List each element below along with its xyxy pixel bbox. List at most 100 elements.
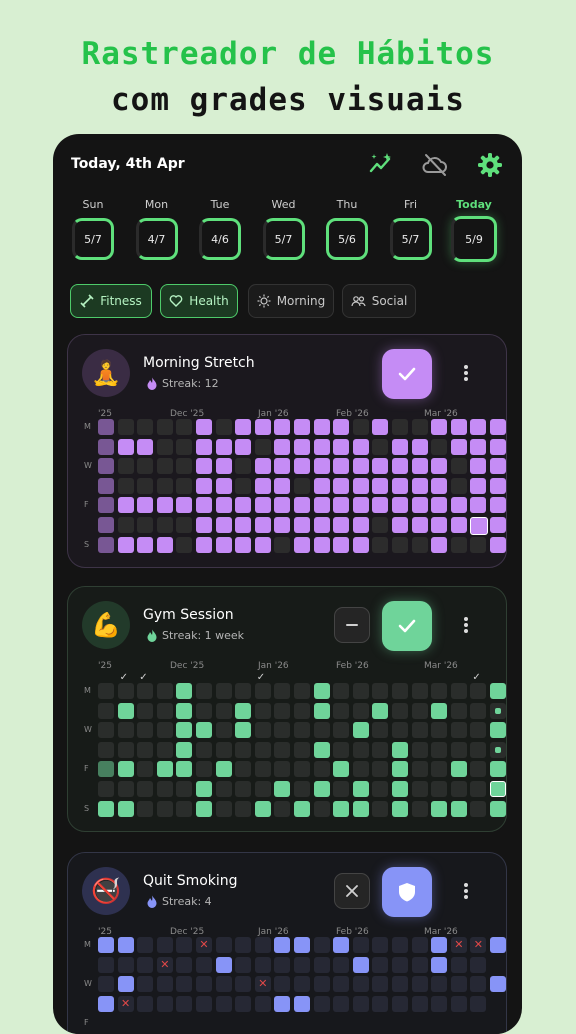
more-options-icon[interactable] [460,361,472,385]
grid-cell[interactable] [196,741,212,758]
grid-cell[interactable] [156,419,173,435]
grid-cell[interactable] [117,517,134,533]
grid-cell[interactable] [333,995,350,1012]
grid-cell[interactable] [313,800,330,817]
grid-cell[interactable] [294,781,310,797]
grid-cell[interactable] [254,781,271,797]
grid-cell[interactable] [235,976,252,993]
grid-cell[interactable] [98,761,114,778]
grid-cell[interactable] [294,458,310,475]
grid-cell[interactable] [411,438,428,455]
grid-cell[interactable] [411,497,428,514]
grid-cell[interactable] [137,438,154,455]
grid-cell[interactable] [313,702,330,719]
grid-cell[interactable] [411,477,428,494]
grid-cell[interactable] [372,497,389,514]
grid-cell[interactable] [137,477,154,494]
grid-cell[interactable] [274,995,291,1012]
grid-cell[interactable] [490,937,506,953]
day-thu[interactable]: Thu 5/6 [321,198,373,260]
grid-cell[interactable] [274,741,291,758]
grid-cell[interactable] [196,781,212,797]
trend-sparkle-icon[interactable] [367,151,395,179]
grid-cell[interactable] [470,517,489,535]
grid-cell[interactable] [254,419,271,435]
grid-cell[interactable] [274,458,291,475]
grid-cell[interactable] [235,937,252,953]
grid-cell[interactable] [98,497,114,514]
grid-cell[interactable] [392,761,408,778]
grid-cell[interactable] [411,536,428,553]
grid-cell[interactable] [274,956,291,973]
grid-cell[interactable] [372,683,389,699]
grid-cell[interactable] [274,683,291,699]
complete-button[interactable] [382,349,432,399]
grid-cell[interactable] [490,761,506,778]
grid-cell[interactable] [470,800,487,817]
grid-cell[interactable] [176,995,193,1012]
day-mon[interactable]: Mon 4/7 [131,198,183,260]
grid-cell[interactable] [392,781,408,797]
grid-cell[interactable] [117,438,134,455]
complete-button[interactable] [382,601,432,651]
grid-cell[interactable] [156,937,173,953]
grid-cell[interactable] [274,722,291,739]
grid-cell[interactable] [254,458,271,475]
more-options-icon[interactable] [460,879,472,903]
grid-cell[interactable] [294,702,310,719]
grid-cell[interactable] [431,438,448,455]
grid-cell[interactable] [470,741,487,758]
grid-cell[interactable] [156,536,173,553]
grid-cell[interactable] [352,683,369,699]
grid-cell[interactable] [235,956,252,973]
grid-cell[interactable] [137,536,154,553]
grid-cell[interactable] [333,741,350,758]
grid-cell[interactable] [294,477,310,494]
grid-cell[interactable] [235,419,252,435]
skip-button[interactable] [334,607,370,643]
grid-cell[interactable] [352,956,369,973]
shield-button[interactable] [382,867,432,917]
grid-cell[interactable] [372,781,389,797]
grid-cell[interactable] [137,976,154,993]
grid-cell[interactable] [176,458,193,475]
grid-cell[interactable] [294,497,310,514]
day-tue[interactable]: Tue 4/6 [194,198,246,260]
grid-cell[interactable] [352,995,369,1012]
grid-cell[interactable] [294,722,310,739]
grid-cell[interactable] [254,477,271,494]
grid-cell[interactable] [196,761,212,778]
grid-cell[interactable] [196,995,212,1012]
grid-cell[interactable] [431,702,448,719]
grid-cell[interactable] [196,477,212,494]
grid-cell[interactable] [333,937,350,953]
grid-cell[interactable] [352,517,369,533]
grid-cell[interactable] [490,536,506,553]
grid-cell[interactable] [470,761,487,778]
grid-cell[interactable] [117,937,134,953]
grid-cell[interactable] [450,761,467,778]
grid-cell[interactable] [215,741,232,758]
grid-cell[interactable] [411,761,428,778]
grid-cell[interactable] [215,956,232,973]
grid-cell[interactable] [352,702,369,719]
grid-cell[interactable] [156,781,173,797]
grid-cell[interactable] [333,477,350,494]
grid-cell[interactable] [313,741,330,758]
grid-cell[interactable] [470,956,487,973]
grid-cell[interactable] [137,702,154,719]
grid-cell[interactable] [196,976,212,993]
grid-cell[interactable] [372,937,389,953]
grid-cell[interactable] [235,497,252,514]
grid-cell[interactable] [392,419,408,435]
grid-cell[interactable] [372,995,389,1012]
grid-cell[interactable] [176,683,193,699]
grid-cell[interactable] [294,800,310,817]
grid-cell[interactable] [352,497,369,514]
grid-cell[interactable] [431,683,448,699]
grid-cell[interactable] [98,781,114,797]
grid-cell[interactable] [450,419,467,435]
grid-cell[interactable] [156,722,173,739]
grid-cell[interactable] [215,995,232,1012]
grid-cell[interactable] [294,517,310,533]
